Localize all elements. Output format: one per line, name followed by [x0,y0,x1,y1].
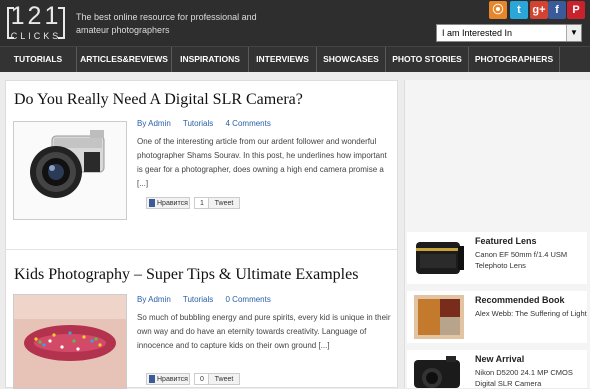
chevron-down-icon[interactable]: ▼ [566,25,581,41]
like-label: Нравится [157,376,188,383]
post-category-link[interactable]: Tutorials [183,119,213,128]
nav-divider [559,47,560,72]
nav-item-articles-reviews[interactable]: ARTICLES&REVIEWS [77,47,171,72]
widget-text[interactable]: Alex Webb: The Suffering of Light [475,308,587,319]
post-thumbnail-kids[interactable] [13,294,127,389]
facebook-icon [149,375,155,384]
interest-dropdown[interactable]: I am Interested In ▼ [436,24,582,42]
featured-lens-widget[interactable]: Featured Lens Canon EF 50mm f/1.4 USM Te… [407,232,587,284]
like-label: Нравится [157,200,188,207]
tweet-button[interactable]: Tweet [208,197,240,209]
post-list: Do You Really Need A Digital SLR Camera?… [5,80,398,389]
facebook-icon[interactable]: f [548,1,566,19]
widget-title: Featured Lens [475,236,537,246]
post-category-link[interactable]: Tutorials [183,295,213,304]
logo-number: 121 [10,2,62,30]
widget-title: New Arrival [475,354,525,364]
sidebar: Featured Lens Canon EF 50mm f/1.4 USM Te… [404,80,590,388]
recommended-book-widget[interactable]: Recommended Book Alex Webb: The Sufferin… [407,291,587,343]
camera-image [14,122,126,219]
post-meta: By Admin Tutorials 0 Comments [137,295,281,304]
post-divider [6,249,397,250]
main-nav: TUTORIALS ARTICLES&REVIEWS INSPIRATIONS … [0,46,590,72]
site-tagline: The best online resource for professiona… [76,12,257,35]
camera-product-image [410,352,468,388]
new-arrival-widget[interactable]: New Arrival Nikon D5200 24.1 MP CMOS Dig… [407,350,587,388]
rss-icon[interactable]: ⦿ [489,1,507,19]
twitter-icon[interactable]: t [510,1,528,19]
facebook-like-button[interactable]: Нравится [146,373,190,385]
nav-item-interviews[interactable]: INTERVIEWS [249,47,316,72]
nav-item-photographers[interactable]: PHOTOGRAPHERS [469,47,559,72]
kids-image [14,295,126,388]
post-excerpt: One of the interesting article from our … [137,137,387,188]
facebook-like-button[interactable]: Нравится [146,197,190,209]
logo-subtext: CLICKS [10,31,62,41]
site-header: 121 CLICKS The best online resource for … [0,0,590,46]
nav-item-inspirations[interactable]: INSPIRATIONS [172,47,248,72]
post-meta: By Admin Tutorials 4 Comments [137,119,281,128]
post-comments-link[interactable]: 4 Comments [226,119,271,128]
site-logo[interactable]: 121 CLICKS [7,2,65,41]
nav-item-tutorials[interactable]: TUTORIALS [0,47,76,72]
widget-text[interactable]: Canon EF 50mm f/1.4 USM Telephoto Lens [475,249,587,271]
widget-text[interactable]: Nikon D5200 24.1 MP CMOS Digital SLR Cam… [475,367,587,389]
pinterest-icon[interactable]: P [567,1,585,19]
tweet-button[interactable]: Tweet [208,373,240,385]
widget-title: Recommended Book [475,295,565,305]
post-comments-link[interactable]: 0 Comments [226,295,271,304]
post-title-link[interactable]: Kids Photography – Super Tips & Ultimate… [14,266,358,284]
google-plus-icon[interactable]: g+ [530,1,548,19]
nav-item-photo-stories[interactable]: PHOTO STORIES [386,47,468,72]
facebook-icon [149,199,155,208]
post-author-link[interactable]: By Admin [137,295,171,304]
post-excerpt: So much of bubbling energy and pure spir… [137,313,391,350]
nav-item-showcases[interactable]: SHOWCASES [317,47,385,72]
dropdown-value: I am Interested In [442,28,513,38]
post-thumbnail-camera[interactable] [13,121,127,220]
lens-image [410,234,468,282]
book-cover-image [410,293,468,341]
post-author-link[interactable]: By Admin [137,119,171,128]
post-title-link[interactable]: Do You Really Need A Digital SLR Camera? [14,91,303,109]
